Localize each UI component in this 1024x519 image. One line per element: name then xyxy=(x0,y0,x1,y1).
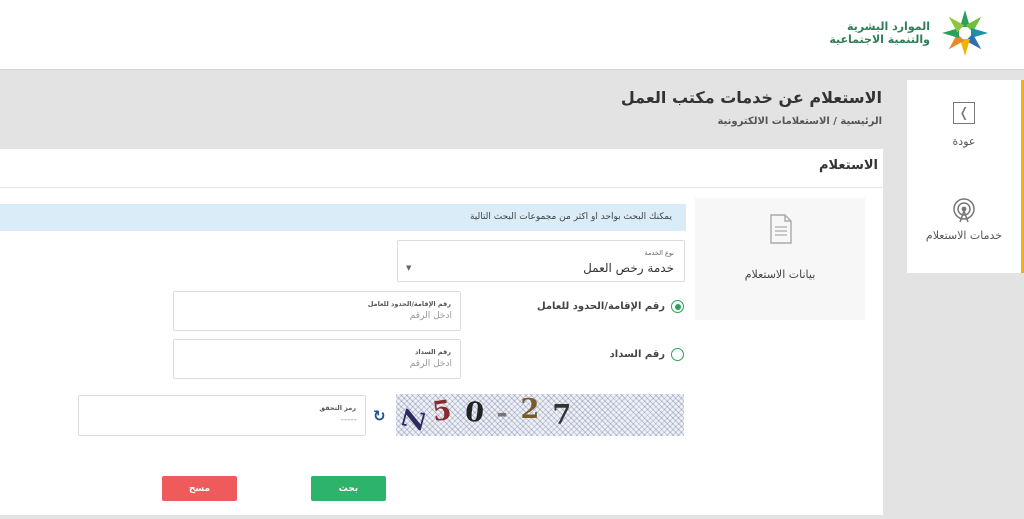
card-header xyxy=(0,149,883,188)
service-type-label: نوع الخدمة xyxy=(644,249,674,257)
broadcast-icon xyxy=(953,198,975,223)
side-item-back[interactable]: ❬ عودة xyxy=(907,102,1021,148)
captcha-char-6: 7 xyxy=(552,400,585,431)
search-button[interactable]: بحث xyxy=(311,476,386,501)
captcha-field-label: رمز التحقق xyxy=(319,404,356,412)
star-logo-icon xyxy=(942,10,988,56)
caret-down-icon: ▼ xyxy=(406,264,412,272)
captcha-image: Z50-27 xyxy=(396,394,684,436)
radio-sadad-label: رقم السداد xyxy=(609,349,665,360)
ministry-logo[interactable]: الموارد البشرية والتنمية الاجتماعية xyxy=(824,8,994,58)
card-title: الاستعلام xyxy=(819,158,878,173)
radio-sadad[interactable] xyxy=(671,348,684,361)
clear-button[interactable]: مسح xyxy=(162,476,237,501)
captcha-text: Z50-27 xyxy=(396,394,684,433)
sadad-input[interactable] xyxy=(182,359,452,369)
radio-option-iqama[interactable]: رقم الإقامة/الحدود للعامل xyxy=(537,300,684,313)
captcha-char-2: 5 xyxy=(430,394,467,429)
side-item-inquiry-services[interactable]: خدمات الاستعلام xyxy=(907,198,1021,242)
iqama-field[interactable]: رقم الإقامة/الحدود للعامل xyxy=(173,291,461,331)
captcha-char-1: Z xyxy=(397,394,436,434)
logo-line-1: الموارد البشرية xyxy=(847,20,930,33)
page-title: الاستعلام عن خدمات مكتب العمل xyxy=(620,88,882,107)
info-alert: يمكنك البحث بواحد او اكثر من مجموعات الب… xyxy=(0,204,686,231)
side-item-inquiry-services-label: خدمات الاستعلام xyxy=(925,229,1003,242)
radio-option-sadad[interactable]: رقم السداد xyxy=(610,348,684,361)
radio-iqama-label: رقم الإقامة/الحدود للعامل xyxy=(536,301,665,312)
iqama-input[interactable] xyxy=(182,311,452,321)
document-icon xyxy=(770,214,792,244)
captcha-char-4: - xyxy=(496,398,521,429)
captcha-input[interactable] xyxy=(87,415,357,425)
sadad-field-label: رقم السداد xyxy=(415,348,451,356)
iqama-field-label: رقم الإقامة/الحدود للعامل xyxy=(367,300,451,308)
logo-text: الموارد البشرية والتنمية الاجتماعية xyxy=(829,20,930,46)
radio-iqama[interactable] xyxy=(671,300,684,313)
section-label: بيانات الاستعلام xyxy=(744,268,816,281)
logo-line-2: والتنمية الاجتماعية xyxy=(829,33,930,46)
captcha-field[interactable]: رمز التحقق xyxy=(78,395,366,436)
service-type-select[interactable]: نوع الخدمة خدمة رخص العمل ▼ xyxy=(397,240,685,282)
captcha-char-5: 2 xyxy=(520,394,553,425)
sadad-field[interactable]: رقم السداد xyxy=(173,339,461,379)
breadcrumb[interactable]: الرئيسية / الاستعلامات الالكترونية xyxy=(717,116,882,127)
side-item-back-label: عودة xyxy=(952,135,976,148)
refresh-icon[interactable]: ↻ xyxy=(373,407,386,425)
side-menu: ❬ عودة خدمات الاستعلام xyxy=(907,80,1024,273)
captcha-char-3: 0 xyxy=(462,396,498,431)
service-type-value: خدمة رخص العمل xyxy=(583,261,674,275)
chevron-left-icon: ❬ xyxy=(953,102,975,124)
